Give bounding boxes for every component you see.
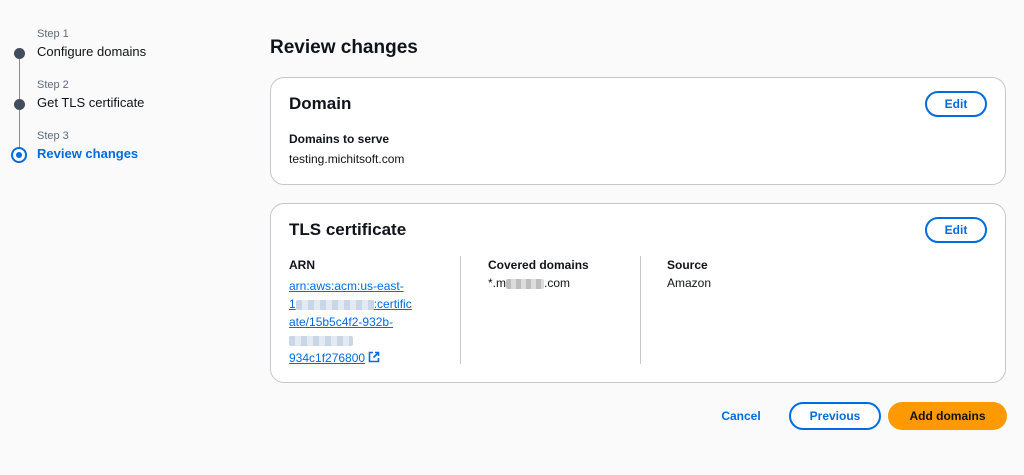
edit-tls-button[interactable]: Edit [925,217,987,243]
domain-card-title: Domain [289,94,352,113]
domains-to-serve-value: testing.michitsoft.com [289,152,405,166]
step-number: Step 2 [37,79,69,91]
step-active-icon [11,147,27,163]
covered-domain-prefix: *.m [488,276,506,290]
arn-label: ARN [289,258,315,272]
arn-line-1: arn:aws:acm:us-east- [289,279,404,293]
edit-domain-button[interactable]: Edit [925,91,987,117]
covered-domains-value: *.m .com [488,274,638,292]
step-connector [19,110,20,147]
step-complete-icon [14,48,25,59]
arn-line-3: ate/15b5c4f2-932b- [289,315,394,329]
add-domains-button[interactable]: Add domains [888,402,1007,430]
domain-card: Domain Edit Domains to serve testing.mic… [270,77,1006,185]
source-field: Source Amazon [667,258,817,292]
step-2[interactable]: Step 2 Get TLS certificate [37,79,144,110]
step-connector [19,59,20,99]
step-3: Step 3 Review changes [37,130,138,161]
step-number: Step 1 [37,28,69,40]
covered-domain-suffix: .com [544,276,571,290]
step-title: Configure domains [37,44,147,59]
step-1[interactable]: Step 1 Configure domains [37,28,146,59]
tls-certificate-card: TLS certificate Edit ARN arn:aws:acm:us-… [270,203,1006,383]
covered-domains-label: Covered domains [488,258,589,272]
step-number: Step 3 [37,130,69,142]
external-link-icon[interactable] [368,351,380,363]
source-value: Amazon [667,276,712,290]
column-divider [640,256,641,364]
step-title: Review changes [37,146,139,161]
tls-card-title: TLS certificate [289,220,407,239]
domains-to-serve: Domains to serve testing.michitsoft.com [289,132,404,168]
page-title: Review changes [270,37,418,58]
arn-line-2-suffix: :certific [373,297,412,311]
column-divider [460,256,461,364]
previous-button[interactable]: Previous [789,402,881,430]
arn-line-2-prefix: 1 [289,297,296,311]
redacted-account-id [295,299,374,310]
redacted-arn-segment [289,335,353,346]
redacted-domain [506,278,544,289]
arn-field: ARN arn:aws:acm:us-east- 1 :certific ate/15… [289,258,449,367]
wizard-steps: Step 1 Configure domains Step 2 Get TLS … [0,0,240,200]
cancel-button[interactable]: Cancel [705,402,777,430]
arn-link[interactable]: arn:aws:acm:us-east- 1 :certific ate/15b5c4… [289,279,412,365]
source-label: Source [667,258,708,272]
arn-value: arn:aws:acm:us-east- 1 :certific ate/15b5c4… [289,277,449,367]
step-complete-icon [14,99,25,110]
domains-to-serve-label: Domains to serve [289,132,390,146]
arn-line-5: 934c1f276800 [289,351,366,365]
step-title: Get TLS certificate [37,95,145,110]
covered-domains-field: Covered domains *.m .com [488,258,638,292]
